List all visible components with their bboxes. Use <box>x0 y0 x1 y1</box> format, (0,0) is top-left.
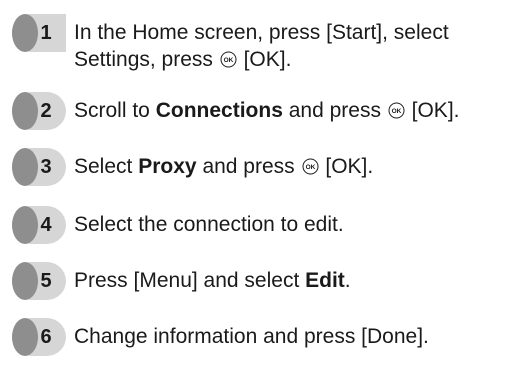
step-text-part: Select <box>74 155 133 178</box>
step-number-badge: 4 <box>12 206 66 244</box>
step-text-bold: Proxy <box>138 155 197 178</box>
step-number: 4 <box>40 214 52 236</box>
step-text-part: Scroll to <box>74 99 150 122</box>
step-number-badge: 5 <box>12 262 66 300</box>
ok-icon-label: OK <box>391 108 401 115</box>
step-text-line: In the Home screen, press [Start], selec… <box>74 21 449 44</box>
step-text-part: and press <box>288 99 381 122</box>
step-text-bold: Edit <box>305 269 345 292</box>
step-number: 1 <box>40 22 52 44</box>
step-number-badge: 2 <box>12 92 66 130</box>
step-number: 6 <box>40 326 52 348</box>
step-text-part: [OK]. <box>325 155 374 178</box>
step-number-badge: 3 <box>12 148 66 186</box>
step-text: Scroll to Connections and press OK [OK]. <box>74 97 460 124</box>
instruction-steps: 1 In the Home screen, press [Start], sel… <box>0 0 519 365</box>
ok-key-icon: OK <box>388 102 405 119</box>
ok-icon-label: OK <box>223 57 233 64</box>
step-number-badge: 1 <box>12 14 66 52</box>
ok-icon-label: OK <box>305 164 315 171</box>
step-text-part: Press [Menu] and select <box>74 269 300 292</box>
step-text-line: [OK]. <box>243 48 292 71</box>
step-text: Select Proxy and press OK [OK]. <box>74 153 373 180</box>
step-text: Select the connection to edit. <box>74 211 344 238</box>
ok-key-icon: OK <box>220 51 237 68</box>
step-text-part: [OK]. <box>411 99 460 122</box>
step-number: 5 <box>40 270 52 292</box>
step-text: In the Home screen, press [Start], selec… <box>74 19 449 73</box>
step-number: 2 <box>40 100 52 122</box>
step-text-line: Settings, press <box>74 48 213 71</box>
step-number: 3 <box>40 156 52 178</box>
step-number-badge: 6 <box>12 318 66 356</box>
step-text: Change information and press [Done]. <box>74 323 429 350</box>
step-text: Press [Menu] and select Edit. <box>74 267 351 294</box>
ok-key-icon: OK <box>302 158 319 175</box>
step-text-part: Change information and press [Done]. <box>74 325 429 348</box>
step-text-part: Select the connection to edit. <box>74 213 344 236</box>
step-text-part: . <box>344 269 351 292</box>
step-text-part: and press <box>202 155 295 178</box>
step-text-bold: Connections <box>155 99 283 122</box>
